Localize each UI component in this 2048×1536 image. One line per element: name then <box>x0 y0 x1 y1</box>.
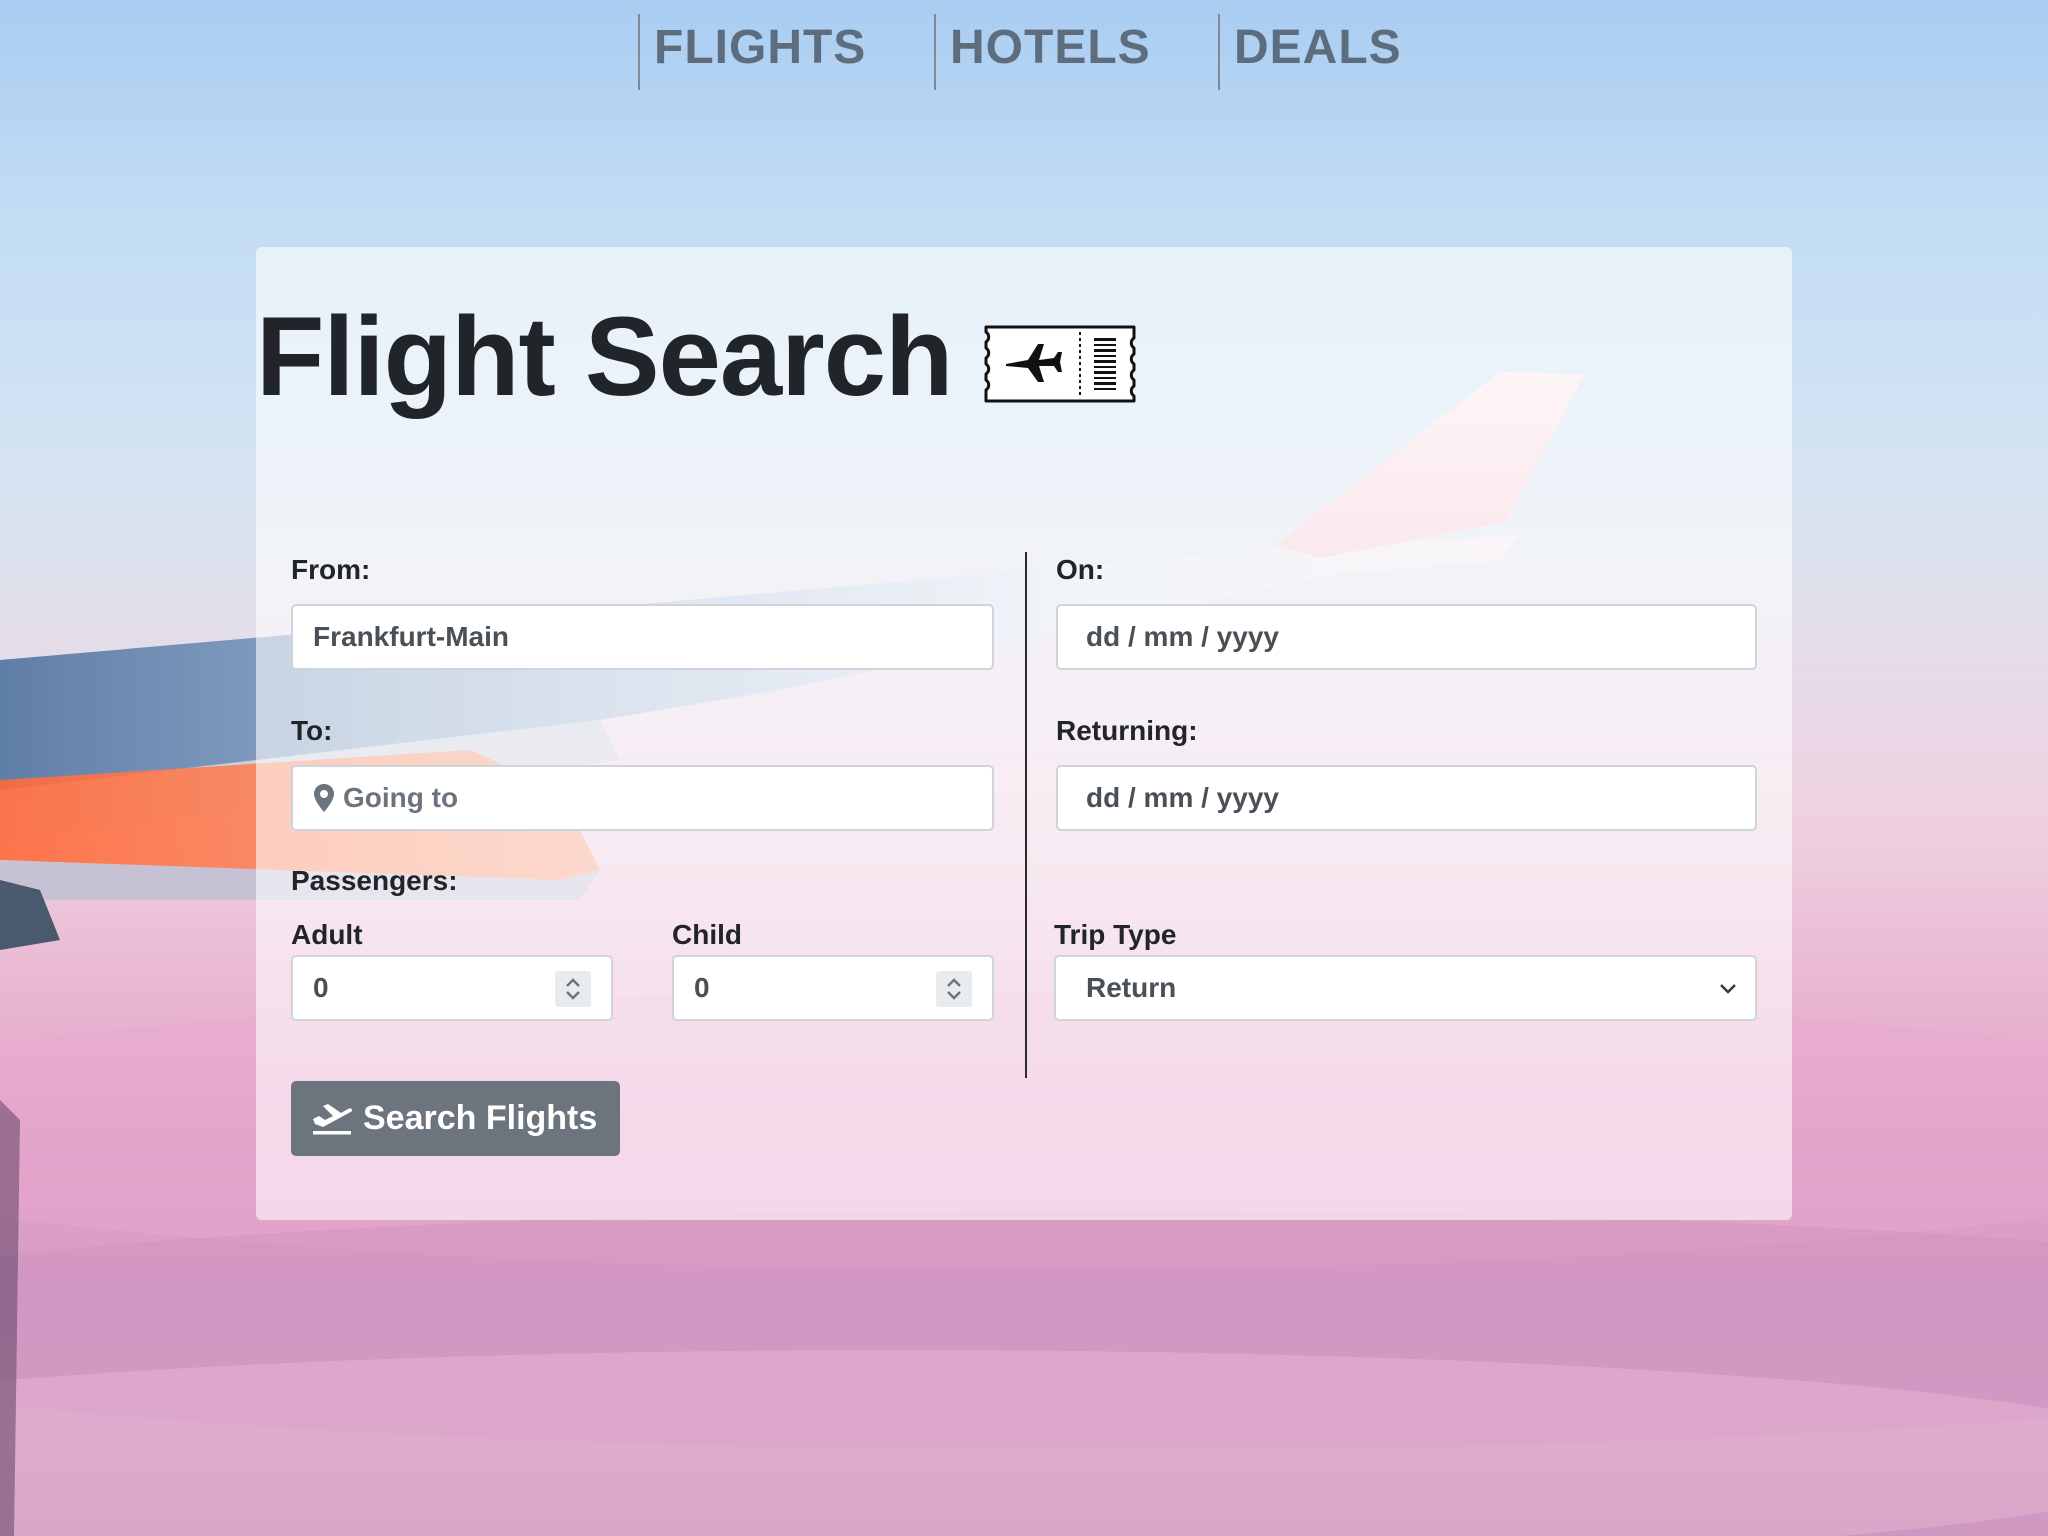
passengers-label: Passengers: <box>291 865 458 896</box>
returning-date-placeholder: dd / mm / yyyy <box>1086 782 1279 813</box>
on-label: On: <box>1056 554 1105 585</box>
column-divider <box>1025 552 1027 1078</box>
adult-spinner-icon[interactable] <box>555 971 591 1007</box>
adult-stepper[interactable]: 0 <box>291 955 613 1021</box>
adult-value: 0 <box>313 972 329 1003</box>
child-spinner-icon[interactable] <box>936 971 972 1007</box>
from-label: From: <box>291 554 371 585</box>
search-card: Flight Search From: Frankfurt-Main To: G… <box>256 247 1792 1220</box>
search-flights-button[interactable]: Search Flights <box>291 1081 620 1156</box>
trip-type-value: Return <box>1086 972 1177 1003</box>
to-label: To: <box>291 715 333 746</box>
child-value: 0 <box>694 972 710 1003</box>
top-nav: FLIGHTS HOTELS DEALS <box>638 14 1418 90</box>
trip-type-label: Trip Type <box>1054 919 1177 950</box>
page-title: Flight Search <box>256 294 953 419</box>
search-flights-label: Search Flights <box>363 1099 598 1137</box>
nav-deals[interactable]: DEALS <box>1218 14 1418 90</box>
returning-date-input[interactable]: dd / mm / yyyy <box>1056 765 1757 831</box>
returning-label: Returning: <box>1056 715 1198 746</box>
map-pin-icon <box>314 784 334 812</box>
chevron-down-icon <box>1720 984 1736 994</box>
plane-takeoff-icon <box>313 1103 353 1134</box>
title-row: Flight Search <box>256 297 1138 417</box>
on-date-input[interactable]: dd / mm / yyyy <box>1056 604 1757 670</box>
to-input[interactable]: Going to <box>291 765 994 831</box>
ticket-icon <box>984 325 1136 403</box>
from-value: Frankfurt-Main <box>313 621 509 652</box>
child-label: Child <box>672 919 742 950</box>
nav-flights[interactable]: FLIGHTS <box>638 14 934 90</box>
on-date-placeholder: dd / mm / yyyy <box>1086 621 1279 652</box>
to-placeholder: Going to <box>343 782 459 813</box>
child-stepper[interactable]: 0 <box>672 955 994 1021</box>
trip-type-select[interactable]: Return <box>1054 955 1757 1021</box>
adult-label: Adult <box>291 919 363 950</box>
nav-hotels[interactable]: HOTELS <box>934 14 1218 90</box>
from-input[interactable]: Frankfurt-Main <box>291 604 994 670</box>
